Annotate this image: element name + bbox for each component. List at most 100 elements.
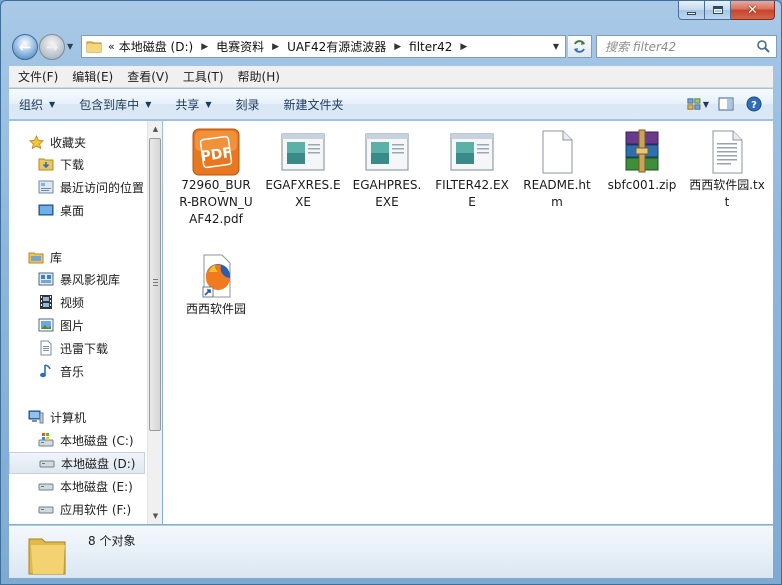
command-bar: 组织 ▼ 包含到库中 ▼ 共享 ▼ 刻录 新建文件夹 ▼ ? xyxy=(9,89,773,120)
breadcrumb-separator-icon[interactable]: ▶ xyxy=(460,42,467,52)
menu-view[interactable]: 查看(V) xyxy=(120,68,176,85)
sidebar-item-libraries[interactable]: 库 xyxy=(9,246,145,268)
sidebar-item-baofeng-library[interactable]: 暴风影视库 xyxy=(9,268,145,290)
navigation-scrollbar[interactable]: ▲ ▼ xyxy=(147,121,162,524)
view-grid-icon xyxy=(687,98,701,110)
scroll-down-icon[interactable]: ▼ xyxy=(148,508,163,524)
breadcrumb-item-current[interactable]: filter42 xyxy=(409,40,452,54)
navigation-pane: 收藏夹 下载 最近访问的位置 桌面 库 暴风影视库 视频 图片 迅雷下载 音乐 … xyxy=(9,121,162,524)
search-icon xyxy=(757,40,770,53)
preview-pane-button[interactable] xyxy=(715,94,737,114)
sidebar-item-videos[interactable]: 视频 xyxy=(9,291,145,313)
help-button[interactable]: ? xyxy=(743,94,765,114)
include-in-library-button[interactable]: 包含到库中 ▼ xyxy=(79,96,151,113)
file-item[interactable]: 西西软件园 xyxy=(174,252,258,318)
file-item[interactable]: README.htm xyxy=(515,128,599,211)
explorer-window: ✕ ← → ▼ « 本地磁盘 (D:) ▶ 电赛资料 ▶ UAF42有源滤波器 … xyxy=(0,0,782,585)
chevron-down-icon: ▼ xyxy=(702,99,709,109)
hard-drive-icon xyxy=(38,501,54,517)
sidebar-item-label: 图片 xyxy=(60,318,85,333)
file-name: 72960_BURR-BROWN_UAF42.pdf xyxy=(179,178,253,226)
sidebar-item-favorites[interactable]: 收藏夹 xyxy=(9,131,145,153)
file-item[interactable]: EGAHPRES.EXE xyxy=(345,128,429,211)
breadcrumb-separator-icon[interactable]: ▶ xyxy=(272,42,279,52)
sidebar-item-label: 下载 xyxy=(60,157,85,172)
scroll-up-icon[interactable]: ▲ xyxy=(148,121,163,137)
file-name: README.htm xyxy=(523,178,591,209)
menu-help[interactable]: 帮助(H) xyxy=(231,68,287,85)
new-folder-button[interactable]: 新建文件夹 xyxy=(284,96,344,113)
sidebar-item-label: 暴风影视库 xyxy=(60,272,121,287)
menu-file[interactable]: 文件(F) xyxy=(11,68,65,85)
close-icon: ✕ xyxy=(747,2,758,18)
file-name: 西西软件园 xyxy=(185,302,246,316)
refresh-icon xyxy=(574,40,585,53)
breadcrumb-overflow[interactable]: « xyxy=(108,40,115,53)
minimize-button[interactable] xyxy=(678,1,705,20)
star-icon xyxy=(28,134,44,150)
navigation-bar: ← → ▼ « 本地磁盘 (D:) ▶ 电赛资料 ▶ UAF42有源滤波器 ▶ … xyxy=(9,33,777,61)
exe-window-icon xyxy=(363,128,411,176)
share-button[interactable]: 共享 ▼ xyxy=(175,96,211,113)
change-view-button[interactable]: ▼ xyxy=(687,94,709,114)
forward-arrow-icon: → xyxy=(45,37,59,56)
caption-buttons: ✕ xyxy=(678,1,775,20)
breadcrumb-separator-icon[interactable]: ▶ xyxy=(201,42,208,52)
close-button[interactable]: ✕ xyxy=(731,1,775,20)
sidebar-item-computer[interactable]: 计算机 xyxy=(9,406,145,428)
sidebar-item-drive-e[interactable]: 本地磁盘 (E:) xyxy=(9,475,145,497)
breadcrumb-item-folder[interactable]: 电赛资料 xyxy=(216,38,264,55)
file-item[interactable]: sbfc001.zip xyxy=(600,128,684,194)
organize-button[interactable]: 组织 ▼ xyxy=(19,96,55,113)
library-icon xyxy=(28,249,44,265)
refresh-button[interactable] xyxy=(568,35,592,58)
sidebar-item-label: 最近访问的位置 xyxy=(60,180,145,195)
sidebar-item-drive-d[interactable]: 本地磁盘 (D:) xyxy=(9,452,145,474)
back-button[interactable]: ← xyxy=(12,34,38,60)
file-item[interactable]: PDF 72960_BURR-BROWN_UAF42.pdf xyxy=(174,128,258,228)
file-item[interactable]: EGAFXRES.EXE xyxy=(261,128,345,211)
address-dropdown-icon[interactable]: ▼ xyxy=(547,36,565,57)
system-drive-icon xyxy=(38,432,54,448)
file-name: FILTER42.EXE xyxy=(435,178,509,209)
sidebar-item-label: 视频 xyxy=(60,295,85,310)
breadcrumb-item-folder[interactable]: UAF42有源滤波器 xyxy=(287,38,386,55)
chevron-down-icon: ▼ xyxy=(49,99,56,109)
sidebar-item-recent-places[interactable]: 最近访问的位置 xyxy=(9,176,145,198)
sidebar-item-label: 本地磁盘 (C:) xyxy=(60,433,134,448)
maximize-button[interactable] xyxy=(705,1,731,20)
address-bar[interactable]: « 本地磁盘 (D:) ▶ 电赛资料 ▶ UAF42有源滤波器 ▶ filter… xyxy=(81,35,566,58)
file-item[interactable]: 西西软件园.txt xyxy=(685,128,769,211)
sidebar-item-pictures[interactable]: 图片 xyxy=(9,314,145,336)
search-box[interactable] xyxy=(596,35,777,58)
back-arrow-icon: ← xyxy=(18,37,32,56)
history-dropdown-icon[interactable]: ▼ xyxy=(67,42,73,51)
organize-label: 组织 xyxy=(19,97,44,112)
breadcrumb-separator-icon[interactable]: ▶ xyxy=(394,42,401,52)
chevron-down-icon: ▼ xyxy=(145,99,152,109)
blank-document-icon xyxy=(533,128,581,176)
breadcrumb-item-drive[interactable]: 本地磁盘 (D:) xyxy=(119,38,193,55)
burn-button[interactable]: 刻录 xyxy=(236,96,260,113)
forward-button[interactable]: → xyxy=(39,34,65,60)
menu-edit[interactable]: 编辑(E) xyxy=(65,68,120,85)
firefox-shortcut-icon xyxy=(192,252,240,300)
sidebar-item-downloads[interactable]: 下载 xyxy=(9,153,145,175)
sidebar-item-drive-c[interactable]: 本地磁盘 (C:) xyxy=(9,429,145,451)
details-pane: 8 个对象 xyxy=(9,525,773,578)
menu-bar: 文件(F) 编辑(E) 查看(V) 工具(T) 帮助(H) xyxy=(9,66,773,88)
scrollbar-thumb[interactable] xyxy=(149,138,161,431)
sidebar-item-xunlei-downloads[interactable]: 迅雷下载 xyxy=(9,337,145,359)
file-item[interactable]: FILTER42.EXE xyxy=(430,128,514,211)
file-name: 西西软件园.txt xyxy=(689,178,765,209)
download-folder-icon xyxy=(38,156,54,172)
file-name: EGAHPRES.EXE xyxy=(352,178,422,209)
sidebar-item-desktop[interactable]: 桌面 xyxy=(9,199,145,221)
sidebar-item-music[interactable]: 音乐 xyxy=(9,360,145,382)
search-input[interactable] xyxy=(605,39,745,54)
menu-tools[interactable]: 工具(T) xyxy=(176,68,231,85)
sidebar-item-drive-f[interactable]: 应用软件 (F:) xyxy=(9,498,145,520)
navigation-tree: 收藏夹 下载 最近访问的位置 桌面 库 暴风影视库 视频 图片 迅雷下载 音乐 … xyxy=(9,121,147,524)
share-label: 共享 xyxy=(175,97,200,112)
text-document-icon xyxy=(703,128,751,176)
